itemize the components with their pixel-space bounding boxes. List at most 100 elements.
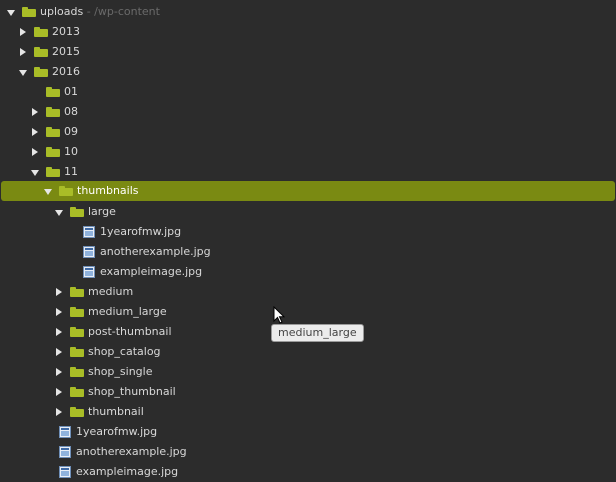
tree-item-label: 10 bbox=[64, 146, 78, 158]
folder-icon bbox=[59, 186, 73, 196]
folder-icon bbox=[34, 47, 48, 57]
tree-folder-thumbnail[interactable]: thumbnail bbox=[0, 402, 616, 422]
folder-icon bbox=[34, 27, 48, 37]
tree-item-name: 10 bbox=[64, 145, 78, 158]
tree-folder-2013[interactable]: 2013 bbox=[0, 22, 616, 42]
tree-folder-2016[interactable]: 2016 bbox=[0, 62, 616, 82]
tree-item-name: anotherexample.jpg bbox=[76, 445, 187, 458]
folder-icon bbox=[70, 207, 84, 217]
folder-icon bbox=[46, 127, 60, 137]
triangle-right-icon[interactable] bbox=[56, 288, 62, 296]
tree-folder-thumbnails[interactable]: thumbnails bbox=[1, 181, 615, 201]
triangle-right-icon[interactable] bbox=[56, 388, 62, 396]
triangle-right-icon[interactable] bbox=[20, 28, 26, 36]
triangle-right-icon[interactable] bbox=[56, 348, 62, 356]
tree-file-1yearofmw-jpg[interactable]: 1yearofmw.jpg bbox=[0, 222, 616, 242]
tree-item-name: exampleimage.jpg bbox=[76, 465, 179, 478]
tree-item-label: anotherexample.jpg bbox=[76, 446, 187, 458]
triangle-right-icon[interactable] bbox=[32, 128, 38, 136]
tree-item-name: 11 bbox=[64, 165, 78, 178]
tree-item-label: 2016 bbox=[52, 66, 80, 78]
tree-item-name: 2015 bbox=[52, 45, 80, 58]
tree-item-name: medium_large bbox=[88, 305, 167, 318]
triangle-down-icon[interactable] bbox=[19, 70, 27, 76]
tree-file-1yearofmw-jpg[interactable]: 1yearofmw.jpg bbox=[0, 422, 616, 442]
triangle-right-icon[interactable] bbox=[56, 368, 62, 376]
triangle-right-icon[interactable] bbox=[56, 308, 62, 316]
tree-item-label: 2015 bbox=[52, 46, 80, 58]
triangle-down-icon[interactable] bbox=[55, 210, 63, 216]
tree-folder-medium-large[interactable]: medium_large bbox=[0, 302, 616, 322]
triangle-down-icon[interactable] bbox=[31, 170, 39, 176]
folder-icon bbox=[46, 147, 60, 157]
folder-icon bbox=[70, 387, 84, 397]
triangle-right-icon[interactable] bbox=[32, 108, 38, 116]
tree-folder-11[interactable]: 11 bbox=[0, 162, 616, 182]
tree-item-label: thumbnails bbox=[77, 185, 139, 197]
tree-folder-2015[interactable]: 2015 bbox=[0, 42, 616, 62]
tree-item-label: thumbnail bbox=[88, 406, 144, 418]
triangle-down-icon[interactable] bbox=[44, 189, 52, 195]
tree-item-name: shop_thumbnail bbox=[88, 385, 176, 398]
folder-icon bbox=[70, 327, 84, 337]
tree-file-exampleimage-jpg[interactable]: exampleimage.jpg bbox=[0, 462, 616, 482]
tree-item-label: 2013 bbox=[52, 26, 80, 38]
triangle-right-icon[interactable] bbox=[56, 408, 62, 416]
tree-item-label: exampleimage.jpg bbox=[100, 266, 202, 278]
tree-item-name: 2016 bbox=[52, 65, 80, 78]
folder-icon bbox=[46, 167, 60, 177]
tree-item-label: anotherexample.jpg bbox=[100, 246, 211, 258]
tree-item-label: medium_large bbox=[88, 306, 167, 318]
tree-folder-shop-thumbnail[interactable]: shop_thumbnail bbox=[0, 382, 616, 402]
tree-folder-shop-single[interactable]: shop_single bbox=[0, 362, 616, 382]
tree-item-label: post-thumbnail bbox=[88, 326, 172, 338]
tree-item-label: large bbox=[88, 206, 116, 218]
tree-folder-09[interactable]: 09 bbox=[0, 122, 616, 142]
tree-item-label: uploads - /wp-content bbox=[40, 6, 160, 18]
tree-item-path: - /wp-content bbox=[83, 5, 160, 18]
mouse-pointer-icon bbox=[273, 306, 285, 324]
image-file-icon bbox=[59, 446, 71, 458]
tree-folder-10[interactable]: 10 bbox=[0, 142, 616, 162]
tree-item-name: large bbox=[88, 205, 116, 218]
tree-item-name: 08 bbox=[64, 105, 78, 118]
image-file-icon bbox=[59, 426, 71, 438]
tree-folder-shop-catalog[interactable]: shop_catalog bbox=[0, 342, 616, 362]
tree-item-name: 01 bbox=[64, 85, 78, 98]
tree-item-name: 09 bbox=[64, 125, 78, 138]
tree-item-name: anotherexample.jpg bbox=[100, 245, 211, 258]
tree-folder-08[interactable]: 08 bbox=[0, 102, 616, 122]
tree-file-exampleimage-jpg[interactable]: exampleimage.jpg bbox=[0, 262, 616, 282]
triangle-right-icon[interactable] bbox=[56, 328, 62, 336]
tree-item-name: shop_catalog bbox=[88, 345, 161, 358]
folder-icon bbox=[70, 307, 84, 317]
tree-item-label: 08 bbox=[64, 106, 78, 118]
tree-item-label: shop_catalog bbox=[88, 346, 161, 358]
image-file-icon bbox=[83, 266, 95, 278]
tree-folder-01[interactable]: 01 bbox=[0, 82, 616, 102]
tree-item-name: shop_single bbox=[88, 365, 153, 378]
image-file-icon bbox=[83, 246, 95, 258]
triangle-down-icon[interactable] bbox=[7, 10, 15, 16]
tree-item-name: 1yearofmw.jpg bbox=[100, 225, 182, 238]
file-tree: uploads - /wp-content 2013 2015 2016 01 08 09 1… bbox=[0, 0, 616, 482]
tree-item-label: 1yearofmw.jpg bbox=[100, 226, 181, 238]
tooltip: medium_large bbox=[271, 324, 364, 342]
tree-folder-large[interactable]: large bbox=[0, 202, 616, 222]
tree-item-name: post-thumbnail bbox=[88, 325, 172, 338]
tree-item-name: thumbnail bbox=[88, 405, 144, 418]
tree-file-anotherexample-jpg[interactable]: anotherexample.jpg bbox=[0, 242, 616, 262]
tree-folder-uploads[interactable]: uploads - /wp-content bbox=[0, 2, 616, 22]
folder-icon bbox=[70, 287, 84, 297]
tree-item-label: 09 bbox=[64, 126, 78, 138]
tree-item-name: medium bbox=[88, 285, 134, 298]
tree-file-anotherexample-jpg[interactable]: anotherexample.jpg bbox=[0, 442, 616, 462]
triangle-right-icon[interactable] bbox=[32, 148, 38, 156]
folder-icon bbox=[70, 407, 84, 417]
tree-item-name: exampleimage.jpg bbox=[100, 265, 203, 278]
image-file-icon bbox=[83, 226, 95, 238]
triangle-right-icon[interactable] bbox=[20, 48, 26, 56]
tree-folder-medium[interactable]: medium bbox=[0, 282, 616, 302]
tree-item-label: 1yearofmw.jpg bbox=[76, 426, 157, 438]
tree-item-name: 1yearofmw.jpg bbox=[76, 425, 158, 438]
